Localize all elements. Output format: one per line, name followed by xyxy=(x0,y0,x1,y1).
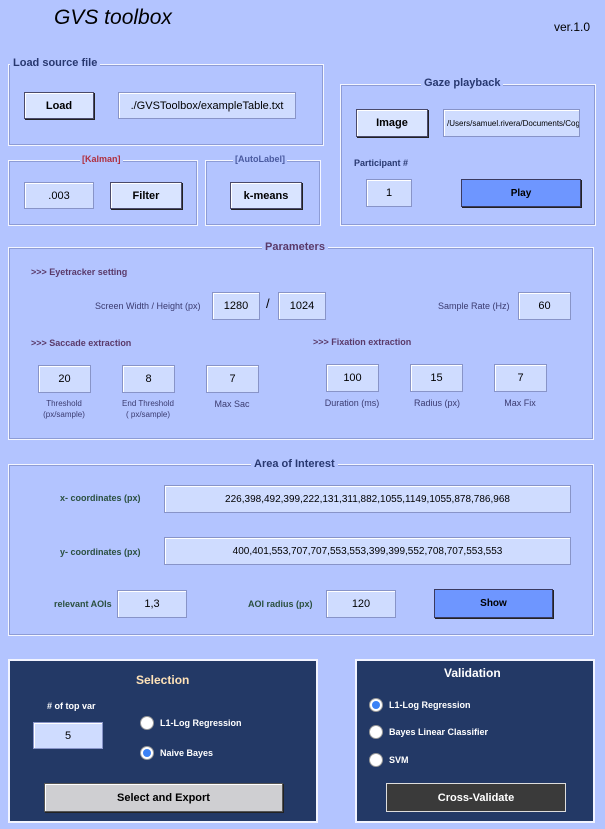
validation-option-l1-log[interactable]: L1-Log Regression xyxy=(369,698,471,712)
screen-width-field[interactable]: 1280 xyxy=(212,292,260,320)
duration-field[interactable]: 100 xyxy=(326,364,379,392)
validation-svm-radio[interactable] xyxy=(369,753,383,767)
select-export-button[interactable]: Select and Export xyxy=(44,783,283,812)
show-button[interactable]: Show xyxy=(434,589,553,618)
gaze-playback-title: Gaze playback xyxy=(421,77,504,89)
cross-validate-button[interactable]: Cross-Validate xyxy=(386,783,566,812)
aoi-radius-label: AOI radius (px) xyxy=(248,599,313,609)
image-path-field[interactable]: /Users/samuel.rivera/Documents/CogDev xyxy=(443,109,580,137)
aoi-title: Area of Interest xyxy=(251,458,338,470)
x-coordinates-field[interactable]: 226,398,492,399,222,131,311,882,1055,114… xyxy=(164,485,571,513)
kalman-title: [Kalman] xyxy=(80,154,123,164)
screen-size-label: Screen Width / Height (px) xyxy=(95,301,201,311)
kmeans-button[interactable]: k-means xyxy=(230,182,302,209)
top-var-label: # of top var xyxy=(47,701,96,711)
max-fix-field[interactable]: 7 xyxy=(494,364,547,392)
slash-label: / xyxy=(266,296,270,311)
load-button[interactable]: Load xyxy=(24,92,94,119)
screen-height-field[interactable]: 1024 xyxy=(278,292,326,320)
selection-option-naive-bayes[interactable]: Naive Bayes xyxy=(140,746,213,760)
max-sac-field[interactable]: 7 xyxy=(206,365,259,393)
validation-title: Validation xyxy=(444,666,501,680)
sample-rate-field[interactable]: 60 xyxy=(518,292,571,320)
radius-field[interactable]: 15 xyxy=(410,364,463,392)
participant-field[interactable]: 1 xyxy=(366,179,412,207)
app-title: GVS toolbox xyxy=(54,6,172,29)
kalman-value-field[interactable]: .003 xyxy=(24,182,94,209)
autolabel-title: [AutoLabel] xyxy=(233,154,287,164)
selection-nb-label: Naive Bayes xyxy=(160,748,214,758)
eyetracker-heading: >>> Eyetracker setting xyxy=(31,267,128,277)
source-path-field[interactable]: ./GVSToolbox/exampleTable.txt xyxy=(118,92,296,119)
validation-option-bayes-linear[interactable]: Bayes Linear Classifier xyxy=(369,725,488,739)
selection-nb-radio[interactable] xyxy=(140,746,154,760)
y-coordinates-field[interactable]: 400,401,553,707,707,553,553,399,399,552,… xyxy=(164,537,571,565)
validation-svm-label: SVM xyxy=(389,755,409,765)
relevant-aois-field[interactable]: 1,3 xyxy=(117,590,187,618)
validation-l1-radio[interactable] xyxy=(369,698,383,712)
relevant-aois-label: relevant AOIs xyxy=(54,599,112,609)
validation-l1-label: L1-Log Regression xyxy=(389,700,471,710)
y-coordinates-label: y- coordinates (px) xyxy=(60,547,141,557)
selection-option-l1-log[interactable]: L1-Log Regression xyxy=(140,716,242,730)
top-var-field[interactable]: 5 xyxy=(33,722,103,749)
end-threshold-label: End Threshold ( px/sample) xyxy=(122,399,174,419)
play-button[interactable]: Play xyxy=(461,179,581,207)
x-coordinates-label: x- coordinates (px) xyxy=(60,493,141,503)
max-fix-label: Max Fix xyxy=(504,398,536,408)
saccade-heading: >>> Saccade extraction xyxy=(31,338,132,348)
end-threshold-field[interactable]: 8 xyxy=(122,365,175,393)
sample-rate-label: Sample Rate (Hz) xyxy=(438,301,510,311)
validation-bayes-label: Bayes Linear Classifier xyxy=(389,727,489,737)
saccade-threshold-label: Threshold (px/sample) xyxy=(43,399,85,419)
selection-title: Selection xyxy=(136,673,190,687)
participant-label: Participant # xyxy=(354,158,409,168)
filter-button[interactable]: Filter xyxy=(110,182,182,209)
selection-l1-radio[interactable] xyxy=(140,716,154,730)
load-source-title: Load source file xyxy=(10,57,101,69)
saccade-threshold-field[interactable]: 20 xyxy=(38,365,91,393)
max-sac-label: Max Sac xyxy=(214,399,250,409)
duration-label: Duration (ms) xyxy=(324,398,380,408)
fixation-heading: >>> Fixation extraction xyxy=(313,337,412,347)
radius-label: Radius (px) xyxy=(413,398,460,408)
validation-option-svm[interactable]: SVM xyxy=(369,753,409,767)
version-label: ver.1.0 xyxy=(554,20,591,34)
image-button[interactable]: Image xyxy=(356,109,428,137)
parameters-title: Parameters xyxy=(262,241,328,253)
validation-bayes-radio[interactable] xyxy=(369,725,383,739)
selection-l1-label: L1-Log Regression xyxy=(160,718,242,728)
aoi-radius-field[interactable]: 120 xyxy=(326,590,396,618)
